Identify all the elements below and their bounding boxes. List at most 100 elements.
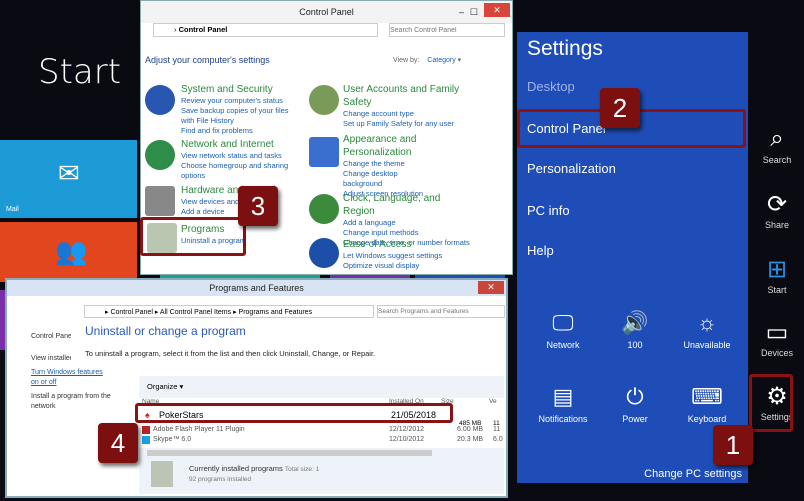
- quick-volume[interactable]: 🔊 100: [600, 310, 670, 350]
- charm-share[interactable]: ⟳ Share: [752, 190, 802, 230]
- breadcrumb-item[interactable]: Programs and Features: [239, 309, 313, 316]
- search-icon: ⌕: [770, 125, 784, 152]
- people-icon: 👥: [55, 236, 88, 266]
- sidebar-link[interactable]: Install a program from the network: [31, 392, 121, 412]
- footer-title: Currently installed programs: [189, 464, 283, 473]
- flash-icon: [142, 426, 150, 434]
- cp-title: Control Panel: [299, 7, 354, 17]
- shield-icon: [145, 85, 175, 115]
- cp-titlebar: Control Panel ✕ ☐ –: [141, 1, 512, 23]
- pf-heading: Uninstall or change a program: [85, 324, 246, 338]
- cp-category[interactable]: User Accounts and Family Safety Change a…: [309, 83, 463, 129]
- people-tile[interactable]: 👥: [0, 222, 137, 282]
- footer-count: 92 programs installed: [189, 476, 252, 483]
- mail-icon: ✉: [58, 158, 80, 188]
- breadcrumb-item[interactable]: All Control Panel Items: [160, 309, 231, 316]
- quick-keyboard[interactable]: ⌨ Keyboard: [672, 384, 742, 424]
- pf-instructions: To uninstall a program, select it from t…: [85, 349, 376, 358]
- settings-item-desktop[interactable]: Desktop: [527, 79, 575, 94]
- cp-category[interactable]: Ease of Access Let Windows suggest setti…: [309, 238, 473, 271]
- cp-breadcrumb[interactable]: Control Panel: [179, 25, 228, 34]
- network-icon: 🖵: [552, 310, 574, 335]
- close-button[interactable]: ✕: [478, 281, 504, 294]
- mail-tile[interactable]: ✉ Mail: [0, 140, 137, 218]
- windows-logo-icon: ⊞: [766, 256, 788, 283]
- cp-search-input[interactable]: [389, 23, 505, 37]
- category-title[interactable]: System and Security: [181, 83, 301, 96]
- pf-address-bar[interactable]: ▸ Control Panel ▸ All Control Panel Item…: [84, 305, 374, 318]
- category-link[interactable]: Optimize visual display: [343, 261, 473, 271]
- callout-2: 2: [600, 88, 640, 128]
- view-by-dropdown[interactable]: Category: [427, 57, 455, 64]
- cp-category[interactable]: Appearance and Personalization Change th…: [309, 133, 438, 199]
- clock-globe-icon: [309, 194, 339, 224]
- category-link[interactable]: Change desktop background: [343, 169, 438, 189]
- windows-features-link[interactable]: Turn Windows features on or off: [31, 368, 106, 388]
- quick-notifications[interactable]: ▤ Notifications: [528, 384, 598, 424]
- breadcrumb-item[interactable]: Control Panel: [110, 309, 152, 316]
- table-row[interactable]: Adobe Flash Player 11 Plugin 12/12/2012 …: [139, 426, 504, 436]
- close-button[interactable]: ✕: [484, 3, 510, 17]
- sidebar-link[interactable]: Control Panel Home: [31, 332, 71, 342]
- ease-of-access-icon: [309, 238, 339, 268]
- maximize-button[interactable]: ☐: [470, 1, 478, 23]
- cp-category[interactable]: Network and Internet View network status…: [145, 138, 291, 181]
- horizontal-scrollbar[interactable]: [147, 450, 432, 456]
- charm-start[interactable]: ⊞ Start: [752, 255, 802, 295]
- callout-1: 1: [713, 425, 753, 465]
- minimize-button[interactable]: –: [459, 1, 464, 23]
- notifications-icon: ▤: [552, 384, 574, 409]
- category-link[interactable]: Review your computer's status: [181, 96, 301, 106]
- settings-item-pc-info[interactable]: PC info: [527, 203, 570, 218]
- settings-charm-highlight: [749, 374, 793, 432]
- share-icon: ⟳: [766, 191, 788, 218]
- devices-icon: ▭: [765, 319, 789, 346]
- callout-4: 4: [98, 423, 138, 463]
- users-icon: [309, 85, 339, 115]
- settings-title: Settings: [527, 37, 603, 60]
- pf-titlebar: Programs and Features ✕: [7, 280, 506, 296]
- pokerstars-highlight: [135, 403, 453, 423]
- brightness-icon: ☼: [696, 310, 718, 335]
- category-title[interactable]: Appearance and Personalization: [343, 133, 438, 159]
- change-pc-settings-link[interactable]: Change PC settings: [644, 468, 742, 480]
- quick-power[interactable]: ⏻ Power: [600, 384, 670, 424]
- charm-search[interactable]: ⌕ Search: [752, 125, 802, 165]
- quick-network[interactable]: 🖵 Network: [528, 310, 598, 350]
- organize-button[interactable]: Organize ▾: [147, 382, 183, 391]
- category-link[interactable]: Change the theme: [343, 159, 438, 169]
- category-title[interactable]: Clock, Language, and Region: [343, 192, 473, 218]
- settings-item-personalization[interactable]: Personalization: [527, 161, 616, 176]
- pf-list: Organize ▾ Name Installed On Size Ve ♠ P…: [139, 376, 504, 494]
- footer-total: Total size: 1: [284, 466, 320, 473]
- category-link[interactable]: Find and fix problems: [181, 126, 301, 136]
- category-title[interactable]: Network and Internet: [181, 138, 291, 151]
- category-link[interactable]: Let Windows suggest settings: [343, 251, 473, 261]
- category-title[interactable]: User Accounts and Family Safety: [343, 83, 463, 109]
- programs-footer-icon: [151, 461, 173, 487]
- pf-search-input[interactable]: [377, 305, 505, 318]
- category-link[interactable]: Change input methods: [343, 228, 473, 238]
- power-icon: ⏻: [626, 384, 644, 409]
- skype-icon: [142, 436, 150, 444]
- pf-title: Programs and Features: [209, 283, 304, 293]
- table-row[interactable]: Skype™ 6.0 12/10/2012 20.3 MB 6.0: [139, 436, 504, 446]
- category-link[interactable]: Save backup copies of your files with Fi…: [181, 106, 301, 126]
- category-title[interactable]: Ease of Access: [343, 238, 473, 251]
- sidebar-link[interactable]: View installed updates: [31, 354, 71, 364]
- cp-address-bar[interactable]: › Control Panel: [153, 23, 378, 37]
- programs-highlight: [140, 217, 246, 256]
- category-link[interactable]: Set up Family Safety for any user: [343, 119, 463, 129]
- settings-item-help[interactable]: Help: [527, 243, 554, 258]
- printer-icon: [145, 186, 175, 216]
- callout-3: 3: [238, 186, 278, 226]
- view-by-label: View by:: [393, 57, 420, 64]
- category-link[interactable]: Add a language: [343, 218, 473, 228]
- category-link[interactable]: Change account type: [343, 109, 463, 119]
- category-link[interactable]: Choose homegroup and sharing options: [181, 161, 291, 181]
- charm-devices[interactable]: ▭ Devices: [752, 318, 802, 358]
- cp-category[interactable]: System and Security Review your computer…: [145, 83, 301, 136]
- quick-brightness[interactable]: ☼ Unavailable: [672, 310, 742, 350]
- category-link[interactable]: View network status and tasks: [181, 151, 291, 161]
- column-version[interactable]: Ve: [489, 398, 497, 405]
